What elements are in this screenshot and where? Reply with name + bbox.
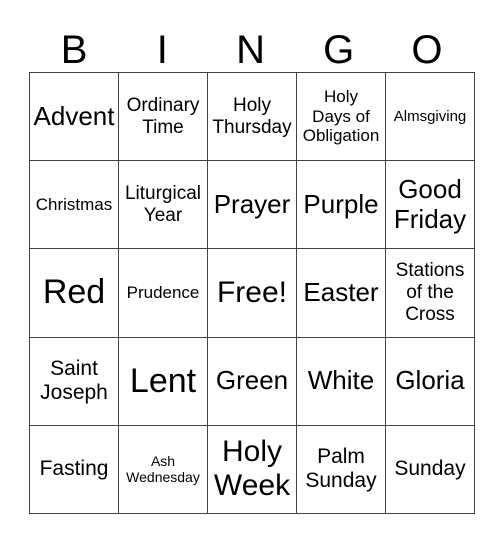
bingo-cell[interactable]: Red <box>29 248 119 338</box>
bingo-cell[interactable]: Green <box>207 336 297 426</box>
bingo-cell[interactable]: Easter <box>296 248 386 338</box>
bingo-cell[interactable]: Holy Week <box>207 424 297 515</box>
bingo-cell[interactable]: Palm Sunday <box>296 424 386 515</box>
bingo-cell[interactable]: White <box>296 336 386 426</box>
header-letter-g: G <box>323 28 355 72</box>
grid-row: Saint Joseph Lent Green White Gloria <box>29 336 475 426</box>
grid-row: Fasting Ash Wednesday Holy Week Palm Sun… <box>29 424 475 515</box>
bingo-cell[interactable]: Saint Joseph <box>29 336 119 426</box>
bingo-cell[interactable]: Sunday <box>385 424 475 515</box>
bingo-header: B I N G O <box>30 28 471 72</box>
grid-row: Advent Ordinary Time Holy Thursday Holy … <box>29 71 475 162</box>
header-letter-b: B <box>60 28 88 72</box>
bingo-cell[interactable]: Liturgical Year <box>118 160 208 250</box>
free-space-cell[interactable]: Free! <box>207 248 297 338</box>
bingo-cell[interactable]: Good Friday <box>385 160 475 250</box>
grid-row: Red Prudence Free! Easter Stations of th… <box>29 248 475 338</box>
bingo-cell[interactable]: Gloria <box>385 336 475 426</box>
bingo-grid: Advent Ordinary Time Holy Thursday Holy … <box>29 71 475 515</box>
bingo-cell[interactable]: Lent <box>118 336 208 426</box>
bingo-cell[interactable]: Holy Days of Obligation <box>296 71 386 162</box>
bingo-cell[interactable]: Purple <box>296 160 386 250</box>
header-letter-i: I <box>156 28 168 72</box>
header-letter-o: O <box>411 28 443 72</box>
bingo-cell[interactable]: Stations of the Cross <box>385 248 475 338</box>
bingo-cell[interactable]: Holy Thursday <box>207 71 297 162</box>
bingo-cell[interactable]: Prudence <box>118 248 208 338</box>
header-letter-n: N <box>236 28 265 72</box>
bingo-cell[interactable]: Prayer <box>207 160 297 250</box>
bingo-cell[interactable]: Ordinary Time <box>118 71 208 162</box>
bingo-cell[interactable]: Christmas <box>29 160 119 250</box>
bingo-cell[interactable]: Ash Wednesday <box>118 424 208 515</box>
grid-row: Christmas Liturgical Year Prayer Purple … <box>29 160 475 250</box>
bingo-cell[interactable]: Almsgiving <box>385 71 475 162</box>
bingo-cell[interactable]: Advent <box>29 71 119 162</box>
bingo-cell[interactable]: Fasting <box>29 424 119 515</box>
